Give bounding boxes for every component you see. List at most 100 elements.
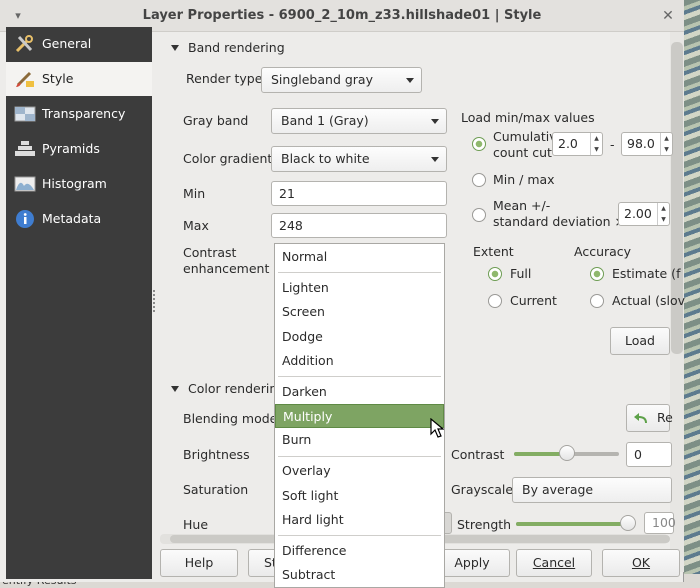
- menu-separator: [278, 272, 441, 274]
- sidebar-item-general[interactable]: General: [6, 27, 152, 61]
- accuracy-actual-label: Actual (slov: [612, 293, 686, 308]
- hue-label: Hue: [183, 517, 209, 532]
- color-gradient-select[interactable]: Black to white: [271, 146, 447, 172]
- sidebar: General Style Transparency Pyramids Hist…: [6, 27, 152, 579]
- contrast-enhancement-label-2: enhancement: [183, 261, 270, 276]
- mouse-cursor-icon: [430, 418, 444, 438]
- cancel-button-label: Cancel: [532, 555, 576, 570]
- range-dash: -: [610, 137, 615, 152]
- extent-full-label: Full: [510, 266, 532, 281]
- contrast-slider-handle[interactable]: [558, 445, 575, 461]
- max-label: Max: [183, 218, 209, 233]
- blend-mode-option[interactable]: Normal: [275, 245, 444, 269]
- sidebar-item-label: Metadata: [42, 211, 102, 226]
- gray-band-select[interactable]: Band 1 (Gray): [271, 108, 447, 134]
- sidebar-item-style[interactable]: Style: [6, 62, 152, 96]
- color-gradient-value: Black to white: [281, 151, 370, 166]
- sidebar-item-pyramids[interactable]: Pyramids: [6, 132, 152, 166]
- cut-low-value: 2.0: [558, 136, 578, 151]
- close-icon[interactable]: ✕: [660, 8, 676, 24]
- contrast-enhancement-label-1: Contrast: [183, 245, 237, 260]
- blend-mode-option[interactable]: Lighten: [275, 276, 444, 300]
- gray-band-label: Gray band: [183, 113, 249, 128]
- spin-arrows-icon[interactable]: ▲ ▼: [657, 203, 669, 225]
- cumulative-label-1: Cumulativ: [493, 129, 557, 144]
- blending-mode-dropdown[interactable]: Normal Lighten Screen Dodge Addition Darken Mu…: [274, 243, 445, 588]
- minmax-radio[interactable]: [472, 173, 486, 187]
- extent-current-label: Current: [510, 293, 557, 308]
- stddev-radio[interactable]: [472, 208, 486, 222]
- extent-current-radio[interactable]: [488, 294, 502, 308]
- blend-mode-option[interactable]: Soft light: [275, 484, 444, 508]
- cumulative-cut-radio[interactable]: [472, 137, 486, 151]
- background-map-canvas: [684, 0, 700, 588]
- blend-mode-option[interactable]: Burn: [275, 428, 444, 452]
- ok-button-label: OK: [631, 555, 651, 570]
- reset-button[interactable]: Re: [626, 404, 673, 432]
- mean-label-2: standard deviation ×: [493, 214, 625, 229]
- contrast-input[interactable]: 0: [626, 442, 672, 467]
- blend-mode-option[interactable]: Subtract: [275, 563, 444, 587]
- wrench-icon: [15, 35, 33, 53]
- chevron-down-icon: [431, 119, 439, 124]
- cut-high-spinbox[interactable]: 98.0 ▲ ▼: [621, 132, 673, 156]
- gray-band-value: Band 1 (Gray): [281, 113, 369, 128]
- reset-button-label: Re: [657, 410, 673, 425]
- blend-mode-option[interactable]: Hard light: [275, 508, 444, 532]
- band-rendering-heading: Band rendering: [188, 40, 285, 55]
- cut-high-value: 98.0: [627, 136, 655, 151]
- stddev-spinbox[interactable]: 2.00 ▲ ▼: [618, 202, 670, 226]
- blend-mode-option[interactable]: Screen: [275, 300, 444, 324]
- window-menu-icon[interactable]: ▾: [10, 8, 26, 24]
- grayscale-select[interactable]: By average: [512, 477, 672, 503]
- accuracy-estimate-label: Estimate (f: [612, 266, 681, 281]
- sidebar-item-histogram[interactable]: Histogram: [6, 167, 152, 201]
- collapse-arrow-icon[interactable]: [171, 386, 179, 392]
- max-input[interactable]: 248: [271, 213, 447, 238]
- strength-slider-fill: [516, 522, 628, 526]
- reset-arrow-icon: [634, 413, 647, 423]
- cancel-button[interactable]: Cancel: [516, 549, 592, 577]
- blend-mode-option[interactable]: Darken: [275, 380, 444, 404]
- blend-mode-option[interactable]: Overlay: [275, 459, 444, 483]
- min-input[interactable]: 21: [271, 181, 447, 206]
- accuracy-estimate-radio[interactable]: [590, 267, 604, 281]
- cut-low-spinbox[interactable]: 2.0 ▲ ▼: [552, 132, 603, 156]
- blend-mode-option[interactable]: Addition: [275, 349, 444, 373]
- color-rendering-heading: Color rendering: [188, 381, 286, 396]
- blend-mode-option[interactable]: Multiply: [275, 404, 444, 428]
- sidebar-item-metadata[interactable]: Metadata: [6, 202, 152, 236]
- sidebar-item-transparency[interactable]: Transparency: [6, 97, 152, 131]
- brightness-label: Brightness: [183, 447, 250, 462]
- blend-mode-option[interactable]: Dodge: [275, 325, 444, 349]
- extent-label: Extent: [473, 244, 514, 259]
- spin-arrows-icon[interactable]: ▲ ▼: [590, 133, 602, 155]
- accuracy-actual-radio[interactable]: [590, 294, 604, 308]
- saturation-label: Saturation: [183, 482, 249, 497]
- render-type-select[interactable]: Singleband gray: [261, 67, 422, 93]
- contrast-label: Contrast: [451, 447, 505, 462]
- collapse-arrow-icon[interactable]: [171, 45, 179, 51]
- strength-label: Strength: [457, 517, 512, 532]
- blending-mode-label: Blending mode: [183, 411, 278, 426]
- blend-mode-option[interactable]: Difference: [275, 539, 444, 563]
- stddev-value: 2.00: [624, 206, 652, 221]
- splitter-handle[interactable]: [153, 290, 156, 312]
- load-button[interactable]: Load: [610, 327, 670, 355]
- strength-slider-handle[interactable]: [620, 515, 636, 531]
- extent-full-radio[interactable]: [488, 267, 502, 281]
- histogram-icon: [14, 176, 36, 192]
- spin-arrows-icon[interactable]: ▲ ▼: [660, 133, 672, 155]
- strength-input[interactable]: 100: [644, 512, 676, 534]
- apply-button[interactable]: Apply: [434, 549, 510, 577]
- grayscale-label: Grayscale: [451, 482, 514, 497]
- menu-separator: [278, 535, 441, 537]
- help-button[interactable]: Help: [160, 549, 238, 577]
- menu-separator: [278, 376, 441, 378]
- sidebar-item-label: General: [42, 36, 92, 51]
- min-label: Min: [183, 186, 206, 201]
- mean-label-1: Mean +/-: [493, 198, 551, 213]
- info-icon: [16, 210, 34, 228]
- color-gradient-label: Color gradient: [183, 151, 273, 166]
- ok-button[interactable]: OK: [602, 549, 680, 577]
